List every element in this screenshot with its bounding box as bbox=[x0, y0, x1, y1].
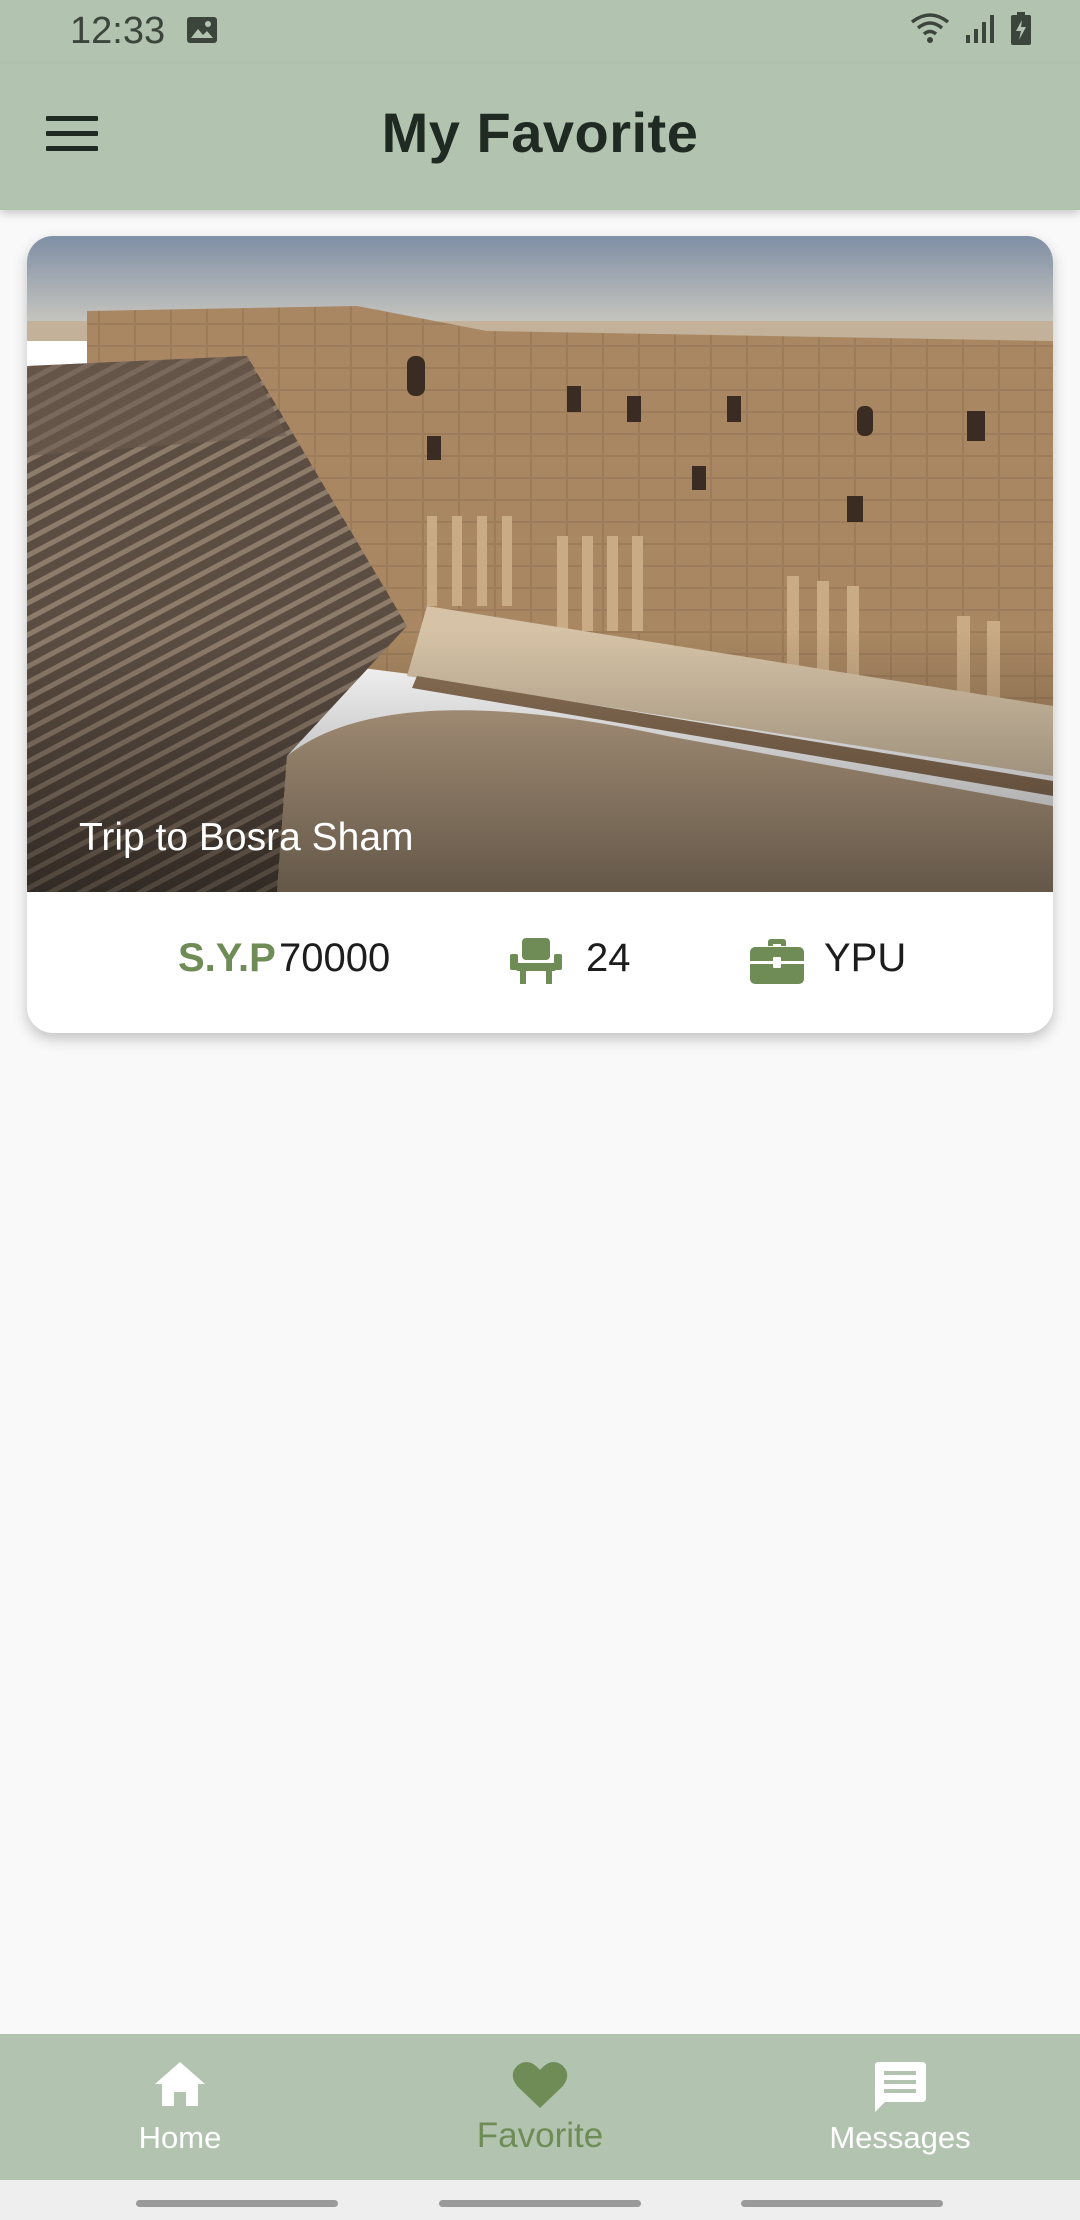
nav-favorite[interactable]: Favorite bbox=[410, 2034, 670, 2180]
organizer-name: YPU bbox=[824, 936, 907, 980]
status-bar: 12:33 bbox=[0, 0, 1080, 64]
nav-home[interactable]: Home bbox=[50, 2034, 310, 2180]
price-value: 70000 bbox=[279, 936, 391, 980]
heart-icon bbox=[512, 2061, 568, 2108]
nav-messages-label: Messages bbox=[829, 2120, 971, 2155]
page-title: My Favorite bbox=[381, 101, 699, 164]
price-currency: S.Y.P bbox=[178, 936, 276, 980]
home-icon bbox=[155, 2062, 205, 2106]
message-icon bbox=[875, 2062, 926, 2112]
gesture-pill bbox=[136, 2200, 338, 2207]
seat-icon bbox=[510, 938, 562, 984]
nav-messages[interactable]: Messages bbox=[770, 2034, 1030, 2180]
gesture-bar bbox=[0, 2180, 1080, 2220]
trip-title: Trip to Bosra Sham bbox=[79, 816, 414, 859]
battery-icon bbox=[1011, 12, 1031, 45]
status-icons bbox=[910, 12, 1032, 46]
image-notification-icon bbox=[187, 17, 217, 43]
bottom-navigation: Home Favorite Messages bbox=[0, 2034, 1080, 2180]
trip-photo bbox=[27, 236, 1053, 892]
app-bar: My Favorite bbox=[0, 64, 1080, 210]
briefcase-icon bbox=[750, 939, 804, 984]
gesture-pill bbox=[741, 2200, 943, 2207]
trip-card[interactable]: Trip to Bosra Sham S.Y.P 70000 24 YPU bbox=[27, 236, 1053, 1033]
trip-info-row: S.Y.P 70000 24 YPU bbox=[27, 892, 1053, 1033]
nav-home-label: Home bbox=[138, 2120, 222, 2155]
status-time: 12:33 bbox=[70, 10, 166, 52]
wifi-icon bbox=[910, 13, 950, 43]
nav-favorite-label: Favorite bbox=[476, 2116, 604, 2155]
gesture-pill bbox=[439, 2200, 641, 2207]
signal-icon bbox=[966, 15, 994, 43]
seat-count: 24 bbox=[586, 936, 631, 980]
